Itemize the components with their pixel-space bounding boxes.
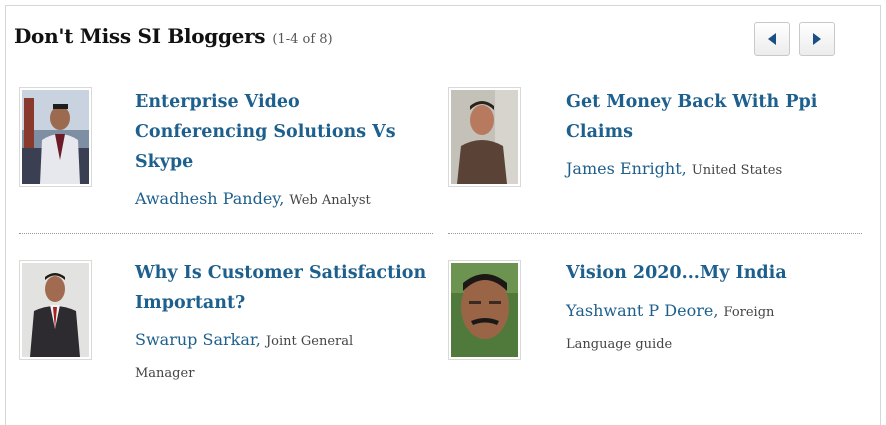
post-meta: Yashwant P Deore, Foreign Language guide [566, 296, 836, 360]
post-title-link[interactable]: Vision 2020...My India [566, 258, 856, 288]
avatar[interactable] [448, 87, 521, 187]
meta-separator: , [255, 330, 261, 349]
avatar[interactable] [448, 260, 521, 360]
photo-james-enright [451, 90, 518, 184]
previous-button[interactable] [754, 22, 790, 56]
author-link[interactable]: Awadhesh Pandey [135, 189, 279, 208]
row-divider [448, 233, 862, 234]
triangle-left-icon [768, 33, 776, 45]
post-title-link[interactable]: Get Money Back With Ppi Claims [566, 87, 856, 147]
widget-header: Don't Miss SI Bloggers (1-4 of 8) [14, 24, 333, 48]
post-meta: Awadhesh Pandey, Web Analyst [135, 184, 435, 216]
widget-count: (1-4 of 8) [272, 32, 333, 47]
next-button[interactable] [799, 22, 835, 56]
post-title-link[interactable]: Why Is Customer Satisfaction Important? [135, 258, 435, 318]
post-meta: Swarup Sarkar, Joint General Manager [135, 325, 405, 389]
triangle-right-icon [813, 33, 821, 45]
author-role: United States [691, 163, 783, 178]
meta-separator: , [681, 159, 687, 178]
author-link[interactable]: Yashwant P Deore [566, 301, 713, 320]
author-link[interactable]: James Enright [566, 159, 682, 178]
photo-yashwant-p-deore [451, 263, 518, 357]
meta-separator: , [713, 301, 719, 320]
meta-separator: , [279, 189, 285, 208]
row-divider [19, 233, 433, 234]
avatar[interactable] [19, 87, 92, 187]
avatar[interactable] [19, 260, 92, 360]
post-meta: James Enright, United States [566, 154, 866, 186]
photo-swarup-sarkar [22, 263, 89, 357]
widget-title: Don't Miss SI Bloggers [14, 24, 266, 48]
author-link[interactable]: Swarup Sarkar [135, 330, 256, 349]
post-title-link[interactable]: Enterprise Video Conferencing Solutions … [135, 87, 435, 177]
photo-awadhesh-pandey [22, 90, 89, 184]
author-role: Web Analyst [289, 193, 371, 208]
